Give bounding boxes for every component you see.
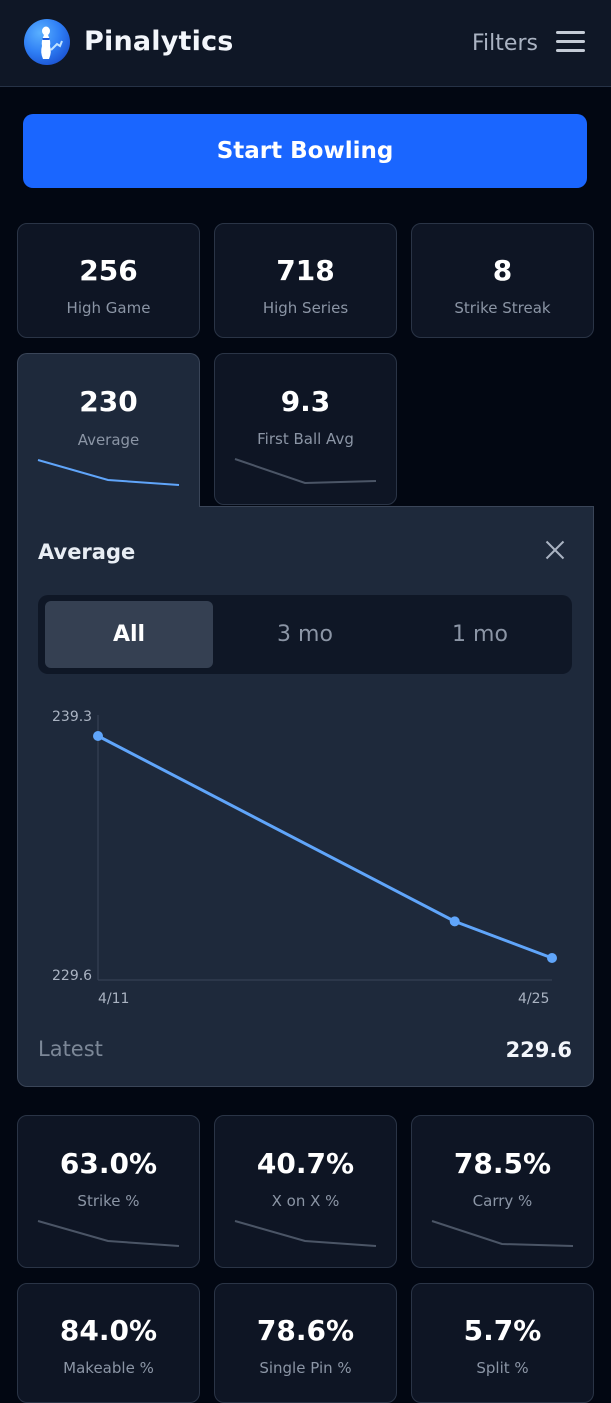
stat-label: Split % [476,1359,529,1377]
stat-card-high-series[interactable]: 718 High Series [214,223,397,338]
stat-value: 40.7% [256,1147,355,1180]
stat-label: Average [77,431,140,449]
panel-title: Average [38,540,136,564]
stat-value: 78.5% [453,1147,552,1180]
app-header: Pinalytics Filters [0,0,611,87]
stat-value: 8 [492,254,513,287]
close-icon[interactable] [545,540,565,560]
chart-point-0[interactable] [93,731,103,741]
strike-sparkline [37,1220,180,1247]
stat-value: 5.7% [463,1314,542,1347]
stat-label: X on X % [271,1192,340,1210]
y-tick-min: 229.6 [52,968,92,984]
stat-card-x-on-x-pct[interactable]: 40.7% X on X % [214,1115,397,1268]
start-bowling-button[interactable]: Start Bowling [23,114,587,188]
first-ball-sparkline [234,458,377,485]
stat-card-split-pct[interactable]: 5.7% Split % [411,1283,594,1403]
stat-card-single-pin-pct[interactable]: 78.6% Single Pin % [214,1283,397,1403]
bowling-pin-logo-icon[interactable] [24,19,70,65]
stat-label: First Ball Avg [257,430,354,448]
range-selector: All 3 mo 1 mo [38,595,572,674]
carry-sparkline [431,1220,574,1247]
average-series-line [97,734,553,960]
stat-label: Makeable % [63,1359,154,1377]
stat-value: 63.0% [59,1147,158,1180]
x-on-x-sparkline [234,1220,377,1247]
stat-value: 84.0% [59,1314,158,1347]
stat-card-makeable-pct[interactable]: 84.0% Makeable % [17,1283,200,1403]
stat-label: High Game [66,299,151,317]
range-option-all[interactable]: All [45,601,213,668]
stat-card-high-game[interactable]: 256 High Game [17,223,200,338]
stat-value: 718 [276,254,335,287]
x-tick-start: 4/11 [98,991,129,1007]
stat-value: 256 [79,254,138,287]
stat-label: Strike % [77,1192,140,1210]
x-tick-end: 4/25 [518,991,549,1007]
stat-value: 9.3 [280,385,331,418]
stat-card-strike-pct[interactable]: 63.0% Strike % [17,1115,200,1268]
stat-card-carry-pct[interactable]: 78.5% Carry % [411,1115,594,1268]
stat-label: Carry % [472,1192,533,1210]
stat-label: High Series [262,299,349,317]
stat-label: Single Pin % [259,1359,352,1377]
range-option-3mo[interactable]: 3 mo [221,601,389,668]
app-title: Pinalytics [84,26,234,57]
panel-divider [199,506,594,507]
average-sparkline [37,459,180,486]
range-option-1mo[interactable]: 1 mo [396,601,564,668]
stat-value: 230 [79,385,138,418]
y-tick-max: 239.3 [52,709,92,725]
hamburger-menu-icon[interactable] [556,31,585,53]
stat-card-strike-streak[interactable]: 8 Strike Streak [411,223,594,338]
latest-label: Latest [38,1037,103,1061]
chart-point-2[interactable] [547,953,557,963]
filters-button[interactable]: Filters [472,31,538,56]
stat-card-first-ball-avg[interactable]: 9.3 First Ball Avg [214,353,397,505]
latest-value: 229.6 [505,1038,572,1062]
chart-point-1[interactable] [449,916,460,927]
stat-label: Strike Streak [454,299,551,317]
stat-value: 78.6% [256,1314,355,1347]
average-line-chart: 239.3 229.6 4/11 4/25 [52,709,557,1007]
stat-card-average[interactable]: 230 Average [17,353,200,507]
